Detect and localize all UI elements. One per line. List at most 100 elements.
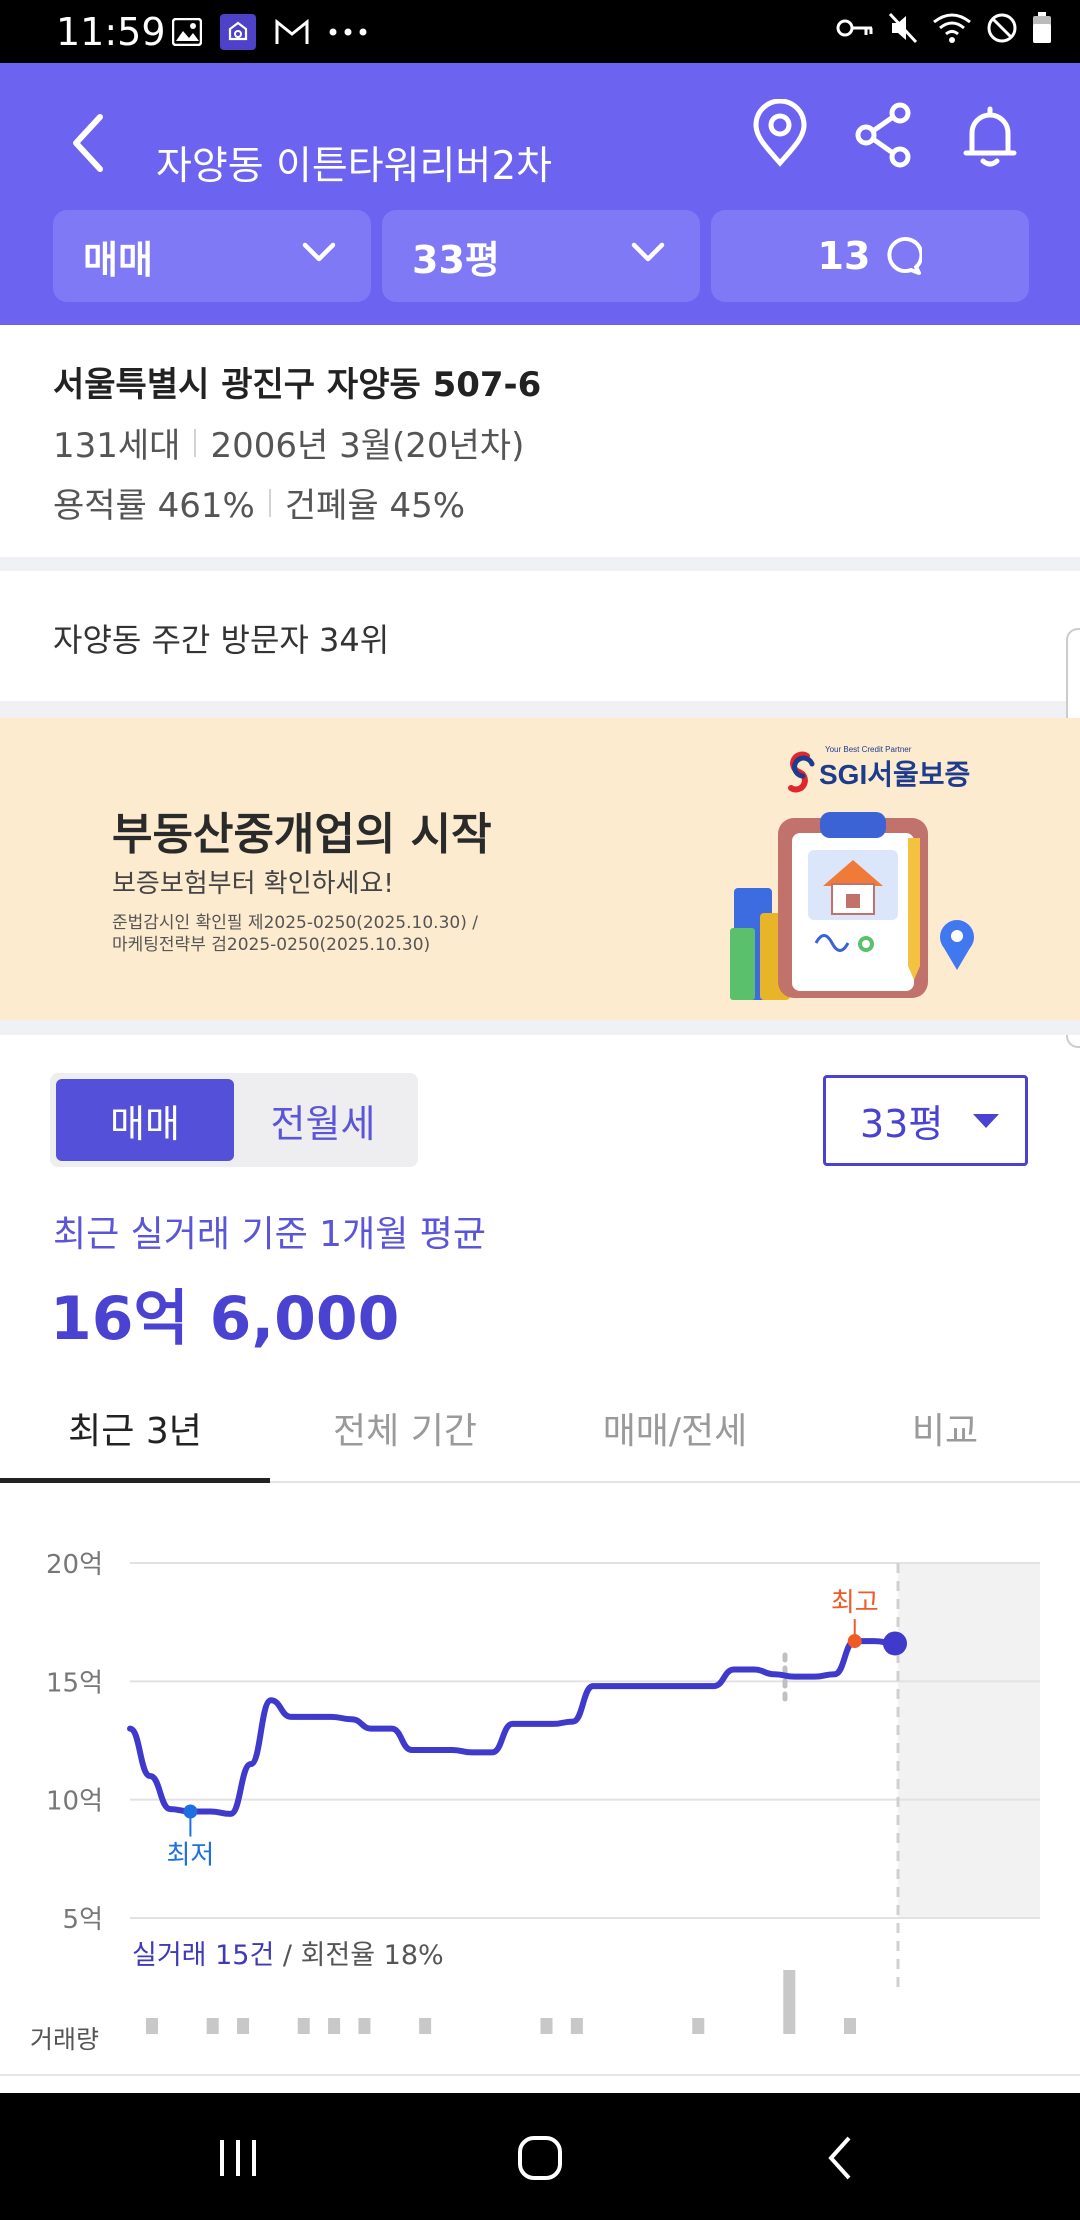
latest-point <box>883 1631 907 1656</box>
vpn-key-icon <box>836 16 874 40</box>
households: 131세대 <box>53 426 181 466</box>
min-point <box>183 1804 198 1819</box>
size-dropdown[interactable]: 33평 <box>382 210 700 302</box>
separator <box>194 428 197 457</box>
wifi-icon <box>932 12 972 44</box>
floor-area-ratio: 용적률 461% <box>53 486 255 526</box>
recent-apps-button[interactable] <box>203 2123 273 2193</box>
home-button[interactable] <box>505 2123 575 2193</box>
banner-title: 부동산중개업의 시작 <box>112 809 492 860</box>
section-divider <box>0 1020 1080 1035</box>
status-left-icons <box>172 14 368 50</box>
location-button[interactable] <box>744 98 816 171</box>
price-chart-svg: 20억 15억 10억 5억 최저 최고거래량 <box>0 1550 1080 2076</box>
tab-sale-jeonse[interactable]: 매매/전세 <box>540 1375 810 1481</box>
y-tick-label: 10억 <box>46 1787 103 1817</box>
status-time: 11:59 <box>56 10 166 54</box>
complex-info: 서울특별시 광진구 자양동 507-6 131세대 2006년 3월(20년차)… <box>0 325 1080 557</box>
max-label: 최고 <box>831 1588 879 1618</box>
volume-bar <box>783 1970 796 2034</box>
chevron-down-icon <box>631 242 665 262</box>
future-shade <box>898 1563 1040 1918</box>
size-select-value: 33평 <box>860 1102 944 1146</box>
avg-price-label: 최근 실거래 기준 1개월 평균 <box>53 1214 486 1255</box>
min-label: 최저 <box>166 1841 214 1871</box>
battery-icon <box>1032 12 1052 44</box>
deal-type-dropdown[interactable]: 매매 <box>53 210 371 302</box>
volume-bar <box>570 2018 583 2034</box>
volume-bar <box>358 2018 371 2034</box>
volume-bar <box>297 2018 310 2034</box>
filter-row: 매매 33평 13 <box>53 210 1029 302</box>
max-point <box>847 1634 862 1649</box>
caret-down-icon <box>973 1114 999 1128</box>
visitor-rank-row[interactable]: 자양동 주간 방문자 34위 <box>0 571 1080 701</box>
location-pin-icon <box>753 98 807 167</box>
deal-type-toggle: 매매 전월세 <box>50 1073 418 1167</box>
volume-bar <box>692 2018 705 2034</box>
notification-button[interactable] <box>954 99 1026 171</box>
size-label: 33평 <box>412 237 500 282</box>
deal-type-label: 매매 <box>83 237 153 282</box>
complex-meta-1: 131세대 2006년 3월(20년차) <box>53 418 524 467</box>
logo-text: SGI서울보증 <box>819 759 970 790</box>
logo-tagline: Your Best Credit Partner <box>825 745 912 754</box>
comment-count: 13 <box>817 234 871 278</box>
share-icon <box>855 102 911 168</box>
tab-compare[interactable]: 비교 <box>810 1375 1080 1481</box>
volume-bar <box>237 2018 250 2034</box>
volume-bar <box>206 2018 219 2034</box>
share-button[interactable] <box>848 99 920 171</box>
ad-banner[interactable]: 부동산중개업의 시작 보증보험부터 확인하세요! 준법감시인 확인필 제2025… <box>0 718 1080 1020</box>
app-header: 자양동 이튼타워리버2차 매매 33평 13 <box>0 63 1080 325</box>
y-tick-label: 15억 <box>46 1668 103 1698</box>
status-bar: 11:59 <box>0 0 1080 63</box>
page-title: 자양동 이튼타워리버2차 <box>156 144 553 189</box>
system-nav-bar <box>0 2093 1080 2220</box>
volume-bar <box>540 2018 553 2034</box>
toggle-sale[interactable]: 매매 <box>56 1079 234 1161</box>
back-button[interactable] <box>60 103 120 183</box>
building-coverage-ratio: 건폐율 45% <box>284 486 466 526</box>
banner-subtitle: 보증보험부터 확인하세요! <box>112 869 394 899</box>
visitor-rank: 자양동 주간 방문자 34위 <box>53 621 390 659</box>
toggle-rent[interactable]: 전월세 <box>234 1079 412 1161</box>
comment-bubble-icon <box>887 237 923 275</box>
tab-recent-3y[interactable]: 최근 3년 <box>0 1375 270 1483</box>
app-notification-icon <box>220 14 256 50</box>
chevron-down-icon <box>302 242 336 262</box>
volume-bar <box>844 2018 856 2034</box>
banner-illustration <box>730 812 974 1000</box>
y-tick-label: 20억 <box>46 1550 103 1580</box>
gmail-icon <box>274 18 310 46</box>
separator <box>268 488 271 517</box>
complex-address: 서울특별시 광진구 자양동 507-6 <box>53 365 542 405</box>
banner-fine-print: 마케팅전략부 검2025-0250(2025.10.30) <box>112 935 431 955</box>
mute-icon <box>888 12 918 44</box>
image-icon <box>172 18 202 46</box>
avg-price-value: 16억 6,000 <box>50 1284 400 1354</box>
size-select[interactable]: 33평 <box>823 1075 1028 1166</box>
volume-bar <box>419 2018 432 2034</box>
recent-apps-icon <box>220 2140 256 2176</box>
price-chart[interactable]: 20억 15억 10억 5억 최저 최고거래량 실거래 15건 / 회전율 18% <box>0 1500 1080 2090</box>
volume-bar <box>146 2018 158 2034</box>
back-chevron-icon <box>828 2136 851 2180</box>
complex-meta-2: 용적률 461% 건폐율 45% <box>53 478 465 527</box>
chart-caption: 실거래 15건 / 회전율 18% <box>132 1933 444 1972</box>
tab-all-period[interactable]: 전체 기간 <box>270 1375 540 1481</box>
y-tick-label: 5억 <box>63 1905 103 1935</box>
price-line <box>127 1638 898 1817</box>
turnover-rate: / 회전율 18% <box>274 1940 444 1971</box>
back-arrow-icon <box>73 114 103 172</box>
volume-label: 거래량 <box>30 2025 99 2054</box>
period-tabs: 최근 3년 전체 기간 매매/전세 비교 <box>0 1375 1080 1483</box>
built-year: 2006년 3월(20년차) <box>210 426 525 466</box>
status-right-icons <box>836 12 1052 44</box>
section-divider <box>0 557 1080 571</box>
do-not-disturb-icon <box>986 12 1018 44</box>
home-icon <box>518 2136 562 2180</box>
comments-button[interactable]: 13 <box>711 210 1029 302</box>
system-back-button[interactable] <box>806 2123 876 2193</box>
volume-bar <box>328 2018 341 2034</box>
